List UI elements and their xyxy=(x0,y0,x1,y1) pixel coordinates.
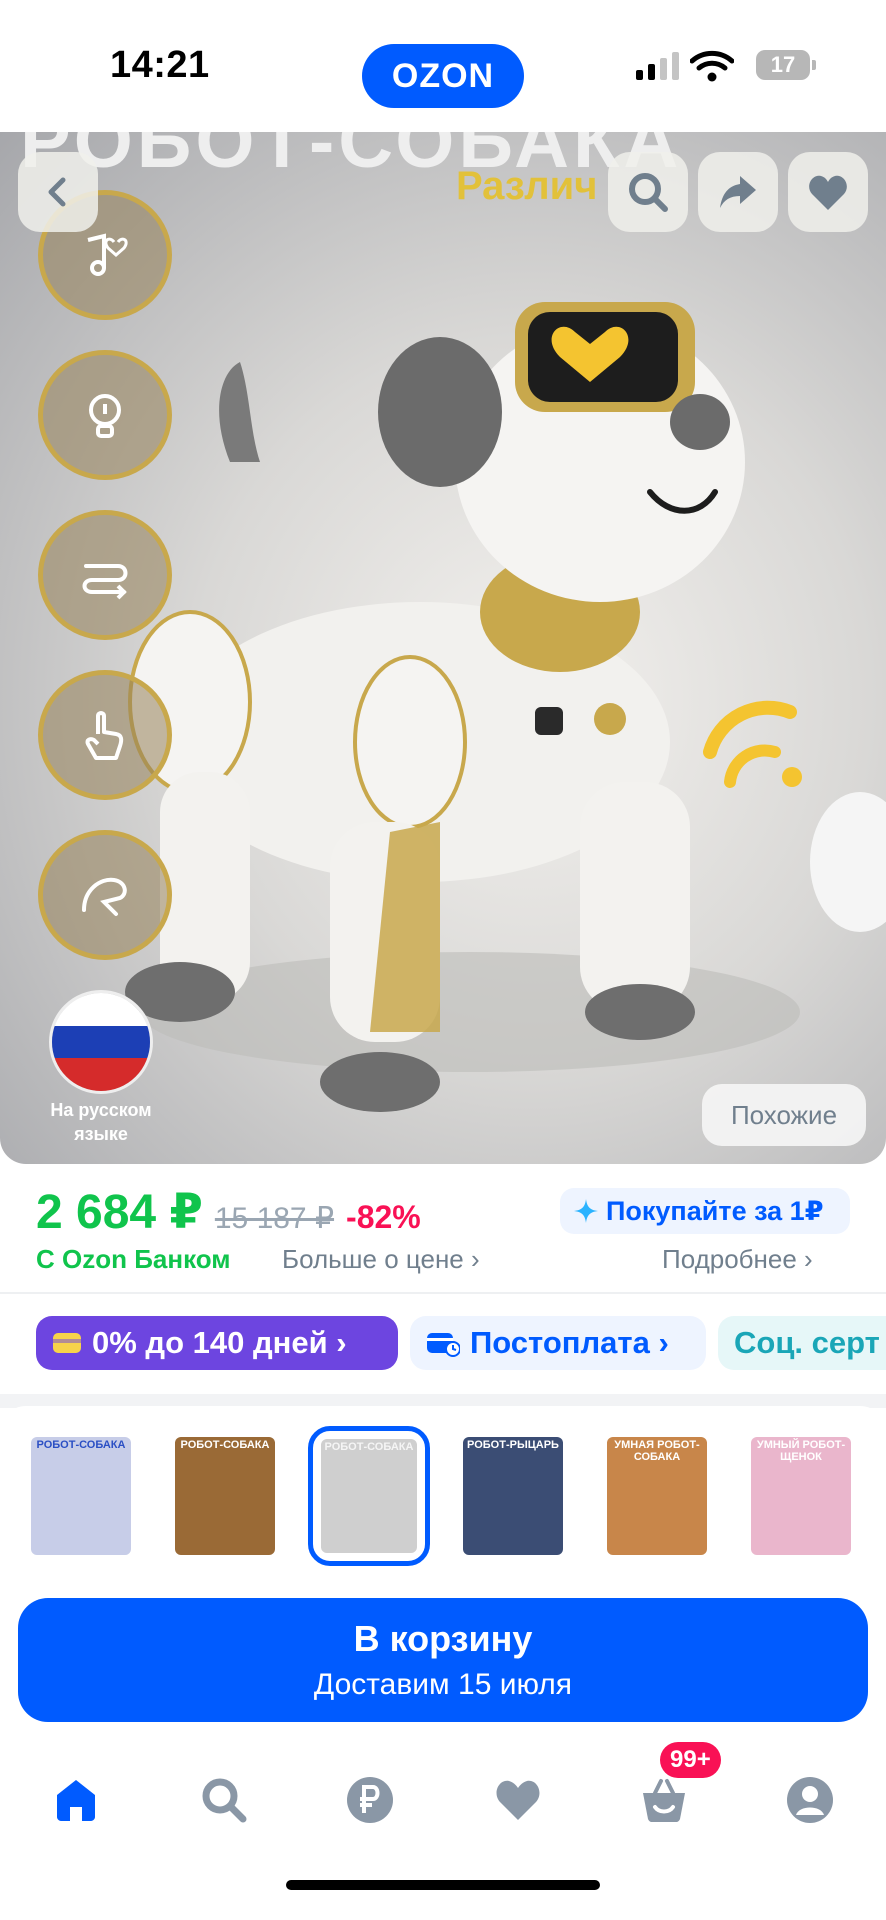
thumbnail-caption: УМНЫЙ РОБОТ-ЩЕНОК xyxy=(756,1439,846,1463)
thumbnail-image xyxy=(463,1437,563,1555)
nav-finance[interactable] xyxy=(340,1770,400,1830)
divider xyxy=(0,1292,886,1294)
product-image[interactable]: РОБОТ-СОБАКА Различ На русском языке Пох… xyxy=(0,132,886,1164)
installment-label: 0% до 140 дней › xyxy=(92,1325,347,1360)
home-icon xyxy=(57,1780,95,1821)
search-icon xyxy=(629,173,668,212)
add-to-cart-label: В корзину xyxy=(353,1618,533,1659)
share-arrow-icon xyxy=(720,176,756,208)
details-link[interactable]: Подробнее › xyxy=(662,1244,813,1275)
similar-button[interactable]: Похожие xyxy=(702,1084,866,1146)
variant-thumbnails: РОБОТ-СОБАКА РОБОТ-СОБАКА РОБОТ-СОБАКА Р… xyxy=(20,1426,862,1566)
thumbnail-caption: РОБОТ-СОБАКА xyxy=(36,1439,126,1451)
ruble-coin-icon xyxy=(347,1777,393,1823)
cellular-signal-icon xyxy=(636,52,679,80)
sparkle-icon xyxy=(574,1199,598,1223)
back-button[interactable] xyxy=(18,152,98,232)
status-bar: 14:21 OZON 17 xyxy=(0,0,886,132)
social-certificate-chip[interactable]: Соц. серт xyxy=(718,1316,886,1370)
thumbnail-caption: РОБОТ-СОБАКА xyxy=(324,1441,414,1453)
ozon-logo[interactable]: OZON xyxy=(362,44,524,108)
wallet-clock-icon xyxy=(427,1333,460,1357)
wifi-icon xyxy=(690,50,734,82)
search-icon xyxy=(202,1778,247,1823)
search-button[interactable] xyxy=(608,152,688,232)
nav-favorites[interactable] xyxy=(488,1770,548,1830)
payment-options: 0% до 140 дней › Постоплата › Соц. серт xyxy=(36,1316,886,1370)
heart-icon xyxy=(496,1780,540,1820)
price-row: 2 684 ₽ 15 187 ₽ -82% xyxy=(36,1184,421,1240)
variant-thumbnail[interactable]: РОБОТ-РЫЦАРЬ xyxy=(452,1426,574,1566)
thumbnail-caption: УМНАЯ РОБОТ-СОБАКА xyxy=(614,1439,700,1463)
russia-flag-icon xyxy=(49,990,153,1094)
more-about-price-link[interactable]: Больше о цене › xyxy=(282,1244,480,1275)
card-icon xyxy=(53,1333,81,1353)
russian-language-badge: На русском языке xyxy=(46,990,156,1146)
cart-basket-icon xyxy=(643,1779,685,1822)
buy-for-1-rub-promo[interactable]: Покупайте за 1₽ xyxy=(560,1188,850,1234)
delivery-date-label: Доставим 15 июля xyxy=(313,1668,573,1701)
feature-icons xyxy=(38,190,172,960)
thumbnail-image xyxy=(321,1439,417,1553)
variant-thumbnail-selected[interactable]: РОБОТ-СОБАКА xyxy=(308,1426,430,1566)
social-certificate-label: Соц. серт xyxy=(734,1325,880,1360)
flag-label: На русском языке xyxy=(50,1100,152,1144)
share-button[interactable] xyxy=(698,152,778,232)
route-icon xyxy=(38,510,172,640)
postpay-chip[interactable]: Постоплата › xyxy=(410,1316,706,1370)
chevron-left-icon xyxy=(48,177,66,207)
home-indicator[interactable] xyxy=(286,1880,600,1890)
battery-icon: 17 xyxy=(756,50,816,80)
current-price: 2 684 ₽ xyxy=(36,1186,203,1239)
heart-icon xyxy=(809,175,847,210)
lightbulb-icon xyxy=(38,350,172,480)
handstand-icon xyxy=(38,830,172,960)
favorite-button[interactable] xyxy=(788,152,868,232)
cart-count-badge: 99+ xyxy=(660,1742,721,1778)
ozon-bank-price-link[interactable]: С Ozon Банком xyxy=(36,1244,231,1275)
nav-search[interactable] xyxy=(194,1770,254,1830)
old-price: 15 187 ₽ xyxy=(214,1202,335,1235)
variant-thumbnail[interactable]: УМНЫЙ РОБОТ-ЩЕНОК xyxy=(740,1426,862,1566)
installment-chip[interactable]: 0% до 140 дней › xyxy=(36,1316,398,1370)
variant-thumbnail[interactable]: РОБОТ-СОБАКА xyxy=(164,1426,286,1566)
add-to-cart-button[interactable]: В корзину Доставим 15 июля xyxy=(18,1598,868,1722)
touch-hand-icon xyxy=(38,670,172,800)
bottom-navigation xyxy=(0,1740,886,1920)
thumbnail-caption: РОБОТ-СОБАКА xyxy=(180,1439,270,1451)
discount-badge: -82% xyxy=(346,1199,421,1235)
thumbnail-image xyxy=(31,1437,131,1555)
profile-icon xyxy=(787,1777,833,1823)
nav-cart[interactable] xyxy=(634,1770,694,1830)
status-time: 14:21 xyxy=(110,44,210,86)
postpay-label: Постоплата › xyxy=(470,1325,669,1360)
variant-thumbnail[interactable]: РОБОТ-СОБАКА xyxy=(20,1426,142,1566)
variant-thumbnail[interactable]: УМНАЯ РОБОТ-СОБАКА xyxy=(596,1426,718,1566)
nav-profile[interactable] xyxy=(780,1770,840,1830)
thumbnail-image xyxy=(175,1437,275,1555)
thumbnail-caption: РОБОТ-РЫЦАРЬ xyxy=(467,1439,559,1451)
promo-label: Покупайте за 1₽ xyxy=(606,1195,824,1226)
nav-home[interactable] xyxy=(46,1770,106,1830)
